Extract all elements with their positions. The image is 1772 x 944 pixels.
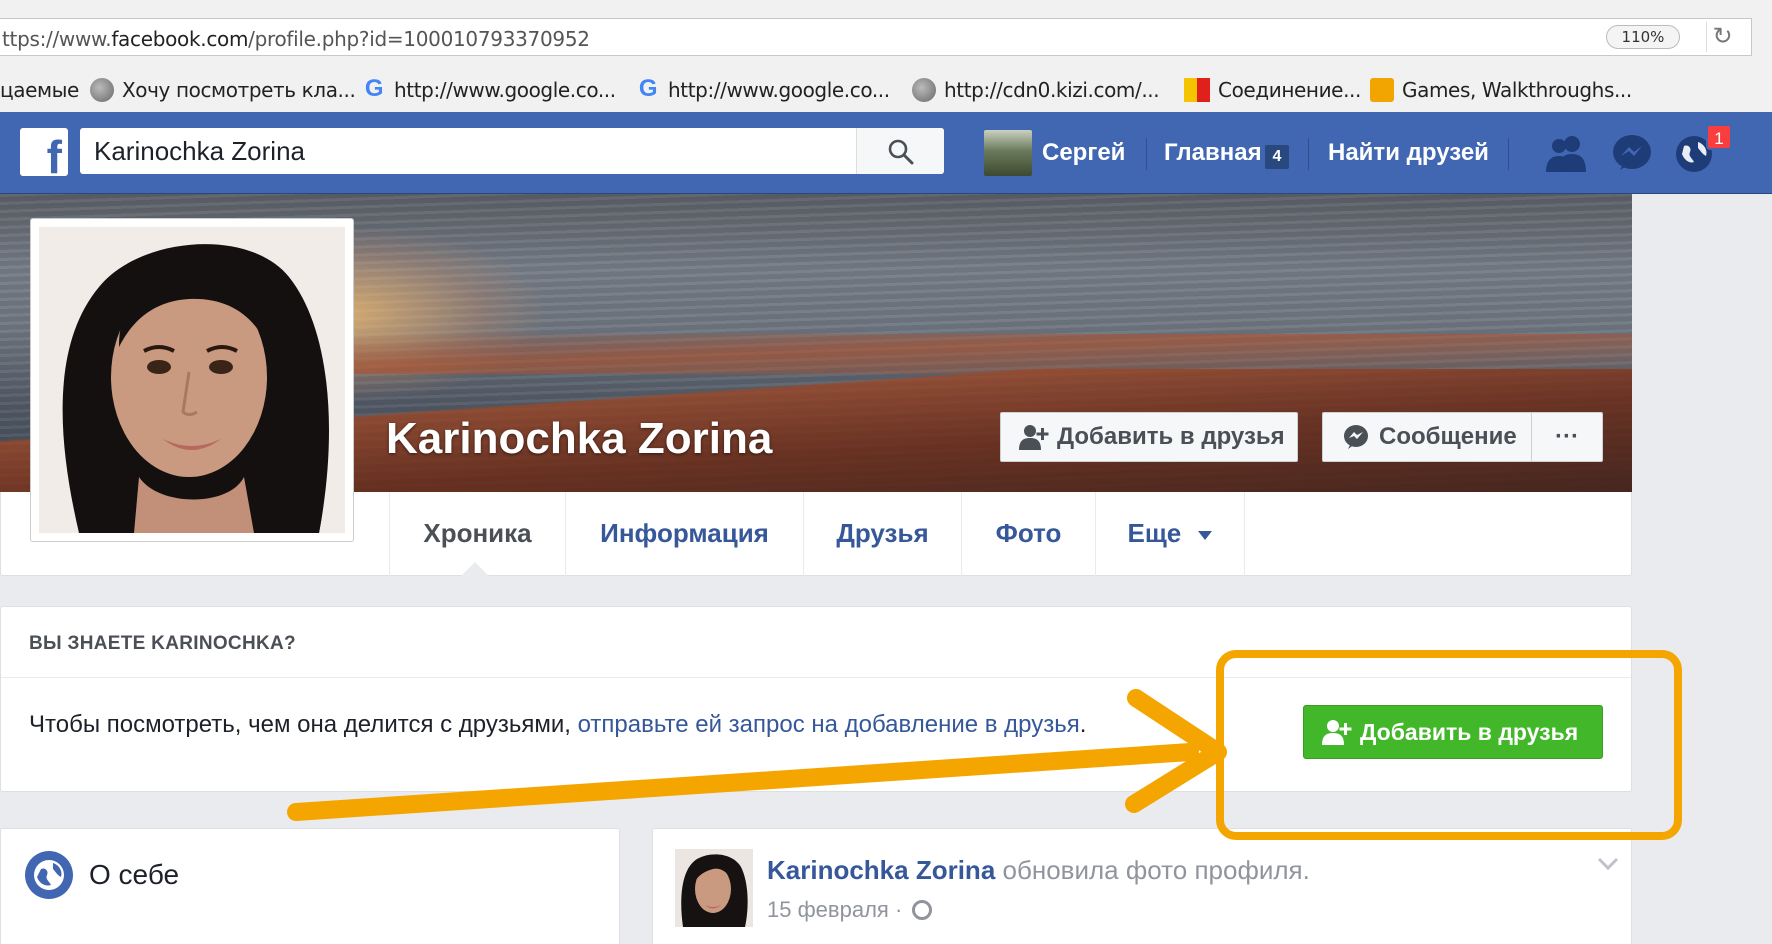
nav-home-link[interactable]: Главная — [1164, 139, 1262, 167]
nav-user-name[interactable]: Сергей — [1042, 139, 1125, 167]
messenger-icon — [1344, 425, 1368, 449]
globe-icon — [912, 78, 936, 102]
about-title: О себе — [89, 859, 180, 890]
facebook-header: f Сергей Главная 4 Найти друзей 1 — [0, 112, 1772, 194]
tab-photos[interactable]: Фото — [961, 492, 1095, 576]
post-date[interactable]: 15 февраля — [767, 897, 889, 922]
bookmark-item[interactable]: цаемые — [0, 78, 79, 102]
rss-icon — [1370, 78, 1394, 102]
address-bar[interactable]: ttps://www.facebook.com/profile.php?id=1… — [0, 18, 1752, 56]
globe-icon — [90, 78, 114, 102]
profile-picture-frame[interactable] — [30, 218, 354, 542]
google-icon: G — [364, 75, 384, 102]
globe-icon — [25, 851, 73, 899]
bookmark-item[interactable]: Games, Walkthroughs... — [1370, 78, 1632, 102]
url-text[interactable]: ttps://www.facebook.com/profile.php?id=1… — [2, 27, 590, 51]
add-friend-button[interactable]: Добавить в друзья — [1000, 412, 1298, 462]
profile-picture — [39, 227, 345, 533]
tab-more[interactable]: Еще — [1095, 492, 1245, 576]
add-friend-label: Добавить в друзья — [1057, 423, 1285, 450]
caret-down-icon — [1198, 530, 1213, 540]
message-button[interactable]: Сообщение — [1322, 412, 1532, 462]
nav-divider — [1146, 138, 1147, 170]
reload-icon[interactable]: ↻ — [1706, 22, 1738, 52]
about-card: О себе — [0, 828, 620, 944]
search-icon — [888, 139, 914, 165]
search-button[interactable] — [856, 128, 944, 174]
flag-icon — [1184, 78, 1210, 102]
user-avatar[interactable] — [984, 130, 1032, 176]
do-you-know-card: ВЫ ЗНАЕТЕ KARINOCHKA? Чтобы посмотреть, … — [0, 606, 1632, 792]
bookmarks-bar: цаемые Хочу посмотреть кла... Ghttp://ww… — [0, 70, 1772, 106]
more-options-button[interactable]: ··· — [1531, 412, 1603, 462]
send-request-link[interactable]: отправьте ей запрос на добавление в друз… — [578, 711, 1080, 738]
bookmark-item[interactable]: Хочу посмотреть кла... — [90, 78, 356, 102]
messenger-icon[interactable] — [1610, 132, 1654, 174]
post-meta-separator: · — [888, 897, 909, 922]
post-headline: Karinochka Zorina обновила фото профиля. — [767, 855, 1310, 886]
search-box — [80, 128, 944, 174]
add-friend-primary-button[interactable]: Добавить в друзья — [1303, 705, 1603, 759]
search-input[interactable] — [94, 137, 854, 165]
facebook-logo[interactable]: f — [20, 128, 68, 176]
friend-requests-icon[interactable] — [1544, 132, 1588, 174]
bookmark-item[interactable]: Соединение... — [1184, 78, 1361, 102]
active-tab-indicator — [461, 562, 489, 576]
post-card: Karinochka Zorina обновила фото профиля.… — [652, 828, 1632, 944]
home-count-badge: 4 — [1265, 145, 1289, 169]
profile-name[interactable]: Karinochka Zorina — [386, 414, 772, 464]
post-author-link[interactable]: Karinochka Zorina — [767, 855, 995, 885]
zoom-level-badge[interactable]: 110% — [1606, 25, 1680, 49]
post-action-text: обновила фото профиля. — [995, 855, 1310, 885]
message-label: Сообщение — [1379, 423, 1517, 450]
audience-globe-icon[interactable] — [912, 900, 933, 920]
tab-info[interactable]: Информация — [565, 492, 803, 576]
do-you-know-text-end: . — [1079, 711, 1087, 738]
notifications-count-badge: 1 — [1706, 124, 1732, 150]
post-author-avatar[interactable] — [675, 849, 753, 927]
do-you-know-title: ВЫ ЗНАЕТЕ KARINOCHKA? — [29, 633, 296, 654]
chevron-down-icon[interactable] — [1597, 851, 1621, 875]
card-divider — [1, 677, 1631, 678]
add-friend-primary-label: Добавить в друзья — [1360, 719, 1579, 745]
bookmark-item[interactable]: Ghttp://www.google.co... — [362, 75, 616, 103]
cover-rail-highlight — [350, 334, 1632, 374]
do-you-know-text: Чтобы посмотреть, чем она делится с друз… — [29, 711, 1086, 739]
nav-divider — [1308, 138, 1309, 170]
add-friend-icon — [1019, 425, 1049, 450]
nav-divider — [1508, 138, 1509, 170]
browser-chrome: ttps://www.facebook.com/profile.php?id=1… — [0, 0, 1772, 112]
post-meta: 15 февраля · — [767, 897, 933, 923]
do-you-know-text-plain: Чтобы посмотреть, чем она делится с друз… — [29, 711, 578, 738]
add-friend-icon — [1322, 720, 1352, 745]
tab-more-label: Еще — [1127, 518, 1182, 548]
tab-friends[interactable]: Друзья — [803, 492, 961, 576]
google-icon: G — [638, 75, 658, 102]
nav-find-friends-link[interactable]: Найти друзей — [1328, 139, 1489, 167]
bookmark-item[interactable]: http://cdn0.kizi.com/... — [912, 78, 1160, 102]
bookmark-item[interactable]: Ghttp://www.google.co... — [636, 75, 890, 103]
